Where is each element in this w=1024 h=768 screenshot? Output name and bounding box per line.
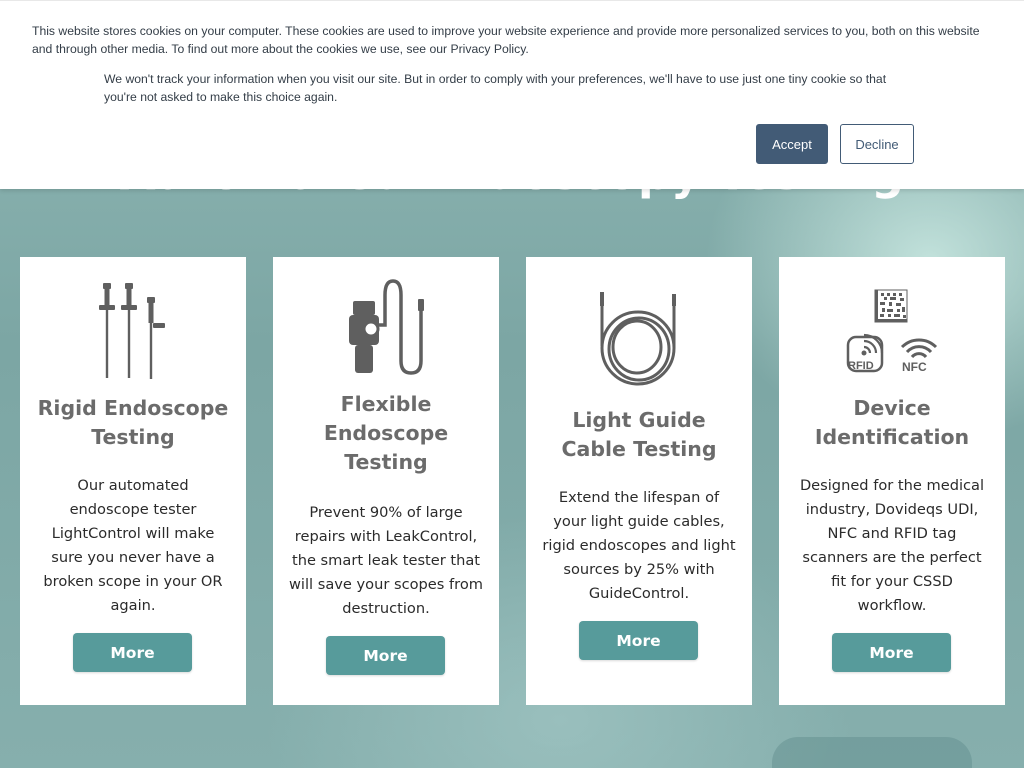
card-title: Light Guide Cable Testing [561, 408, 717, 461]
rfid-tag-icon: RFID [846, 333, 884, 373]
card-description: Prevent 90% of large repairs with LeakCo… [289, 504, 483, 617]
accept-button[interactable]: Accept [756, 124, 828, 164]
card-description: Our automated endoscope tester LightCont… [43, 477, 223, 614]
card-light-guide-cable: Light Guide Cable Testing Extend the lif… [526, 257, 752, 705]
card-title: Flexible Endoscope Testing [323, 392, 449, 474]
card-flexible-endoscope: Flexible Endoscope Testing Prevent 90% o… [273, 257, 499, 705]
light-guide-cable-icon [526, 290, 752, 390]
datamatrix-code-icon [874, 289, 908, 323]
more-button-device-identification[interactable]: More [832, 633, 951, 672]
more-button-light-guide-cable[interactable]: More [579, 621, 698, 660]
svg-text:NFC: NFC [902, 360, 927, 373]
card-rigid-endoscope: Rigid Endoscope Testing Our automated en… [20, 257, 246, 705]
flexible-endoscope-icon [273, 277, 499, 377]
device-identification-icon: RFID NFC [779, 289, 1005, 373]
cookie-preference-text: We won't track your information when you… [104, 72, 887, 104]
card-description: Designed for the medical industry, Dovid… [799, 477, 985, 614]
nfc-wifi-icon: NFC [900, 338, 938, 373]
card-description: Extend the lifespan of your light guide … [542, 489, 736, 602]
rigid-endoscope-icon [20, 281, 246, 381]
card-title: Device Identification [814, 396, 970, 449]
decline-button[interactable]: Decline [840, 124, 914, 164]
more-button-rigid-endoscope[interactable]: More [73, 633, 192, 672]
card-title: Rigid Endoscope Testing [37, 396, 229, 449]
svg-text:RFID: RFID [848, 360, 874, 372]
hero-decoration [772, 737, 972, 768]
cookie-notice-text: This website stores cookies on your comp… [32, 24, 980, 56]
more-button-flexible-endoscope[interactable]: More [326, 636, 445, 675]
card-device-identification: RFID NFC Device Identification Designed … [779, 257, 1005, 705]
cookie-banner: This website stores cookies on your comp… [0, 0, 1024, 189]
